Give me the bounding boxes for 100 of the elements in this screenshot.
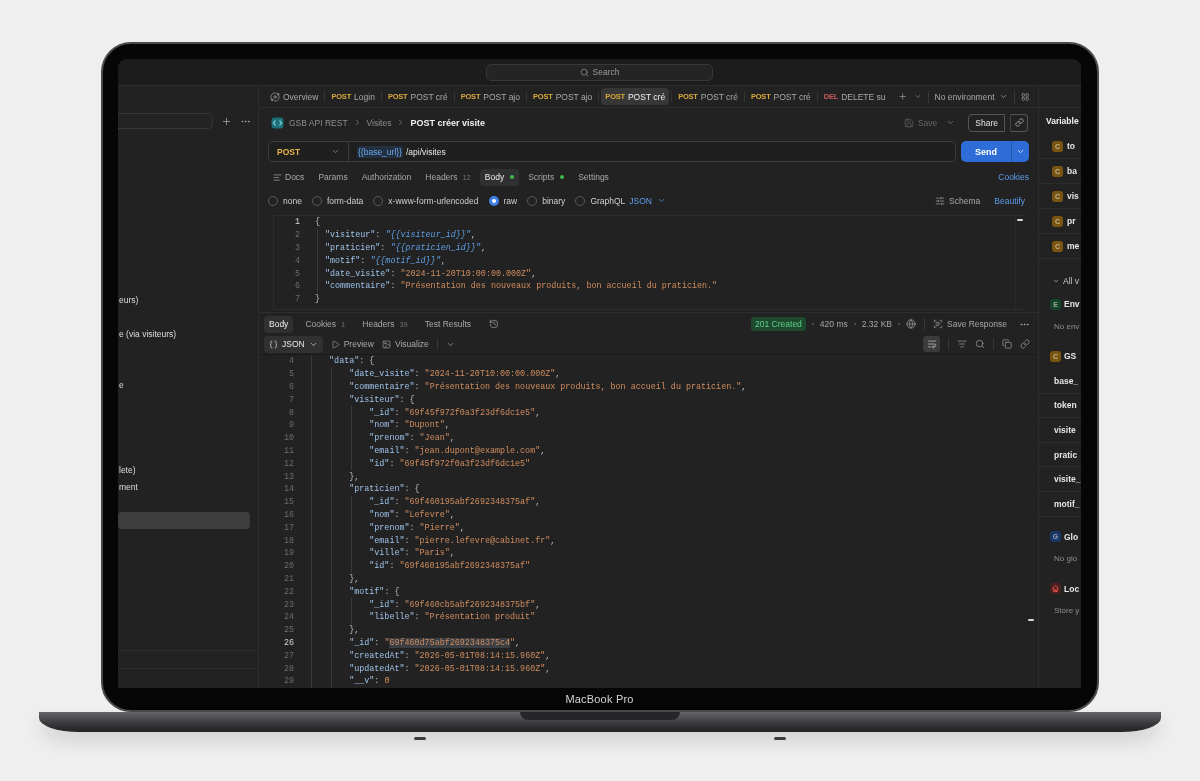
sidebar-item[interactable]: ment	[118, 478, 140, 495]
variable-name[interactable]: vis	[1067, 191, 1079, 201]
play-icon	[330, 339, 340, 349]
link-icon[interactable]	[1020, 339, 1030, 349]
radio-option[interactable]: binary	[527, 195, 566, 206]
empty-note: Store y	[1053, 605, 1081, 618]
code-line: "prenom": "Jean",	[369, 433, 455, 444]
radio-option[interactable]: form-data	[311, 195, 364, 206]
scrollbar-thumb[interactable]	[1017, 219, 1023, 221]
breadcrumb-link[interactable]: GSB API REST	[289, 117, 348, 128]
url-field[interactable]: {{base_url}} /api/visites	[349, 142, 955, 161]
search-icon[interactable]	[975, 339, 985, 349]
chevron-down-icon	[998, 92, 1008, 101]
format-select[interactable]: JSON	[629, 195, 666, 206]
code-line: "motif": {	[349, 586, 400, 597]
beautify-link[interactable]: Beautify	[994, 195, 1025, 206]
line-number: 5	[294, 268, 300, 279]
line-number: 28	[283, 663, 294, 674]
save-icon	[903, 117, 914, 128]
code-line: "createdAt": "2026-05-01T08:14:15.960Z",	[349, 650, 551, 661]
response-tab[interactable]: Body	[264, 315, 294, 333]
radio-option[interactable]: x-www-form-urlencoded	[373, 195, 479, 206]
code-line: "__v": 0	[349, 676, 390, 687]
search-field[interactable]	[118, 113, 213, 129]
filter-icon[interactable]	[957, 339, 967, 349]
code-line: "visiteur": "{{visiteur_id}}",	[325, 230, 476, 241]
radio-option[interactable]: none	[268, 195, 302, 206]
request-tab[interactable]: Settings	[573, 168, 614, 186]
overview-tab[interactable]: Overview	[266, 88, 323, 105]
variable-name[interactable]: ba	[1067, 166, 1077, 176]
line-number: 14	[283, 484, 294, 495]
request-tab[interactable]: Docs	[268, 168, 310, 186]
variable-name[interactable]: pr	[1067, 216, 1076, 226]
send-options-button[interactable]	[1011, 141, 1029, 162]
request-tab[interactable]: Params	[313, 168, 353, 186]
group-title[interactable]: Env	[1064, 299, 1080, 309]
view-format-select[interactable]: JSON	[264, 335, 323, 353]
plus-icon[interactable]	[221, 115, 232, 127]
save-response-button[interactable]: Save Response	[933, 319, 1007, 329]
line-number: 20	[283, 561, 294, 572]
variable-name[interactable]: motif_	[1054, 498, 1080, 509]
preview-button[interactable]: Preview	[330, 339, 374, 349]
code-line: "_id": "69f45f972f0a3f23df6dc1e5",	[369, 407, 541, 418]
code-line: }	[315, 294, 321, 305]
sidebar-item[interactable]: e (via visiteurs)	[118, 325, 179, 342]
sidebar-item[interactable]: eurs)	[118, 291, 141, 308]
line-number: 29	[283, 676, 294, 687]
group-title[interactable]: Glo	[1064, 531, 1079, 542]
sidebar-item[interactable]: lete)	[118, 461, 138, 478]
variable-name[interactable]: visite_	[1054, 474, 1081, 485]
variable-name[interactable]: pratic	[1054, 449, 1078, 460]
code-icon	[271, 116, 284, 129]
radio-option[interactable]: raw	[488, 195, 518, 206]
variable-name[interactable]: to	[1067, 141, 1076, 151]
request-tab[interactable]: Authorization	[356, 168, 417, 186]
line-number: 1	[294, 217, 300, 228]
copy-link-button[interactable]	[1010, 113, 1028, 132]
variable-name[interactable]: visite	[1054, 425, 1076, 435]
wrap-button[interactable]	[923, 336, 940, 352]
plus-icon[interactable]	[897, 91, 907, 102]
globe-icon[interactable]	[906, 319, 916, 329]
chevron-down-icon[interactable]	[946, 118, 956, 127]
sidebar-item[interactable]: e	[118, 376, 126, 393]
code-line: "nom": "Lefevre",	[369, 509, 455, 520]
grid-icon[interactable]	[1020, 91, 1029, 102]
copy-icon[interactable]	[1002, 339, 1012, 349]
environment-select[interactable]: No environment	[934, 91, 1008, 102]
group-title[interactable]: GS	[1064, 351, 1077, 361]
variable-name[interactable]: me	[1067, 241, 1080, 251]
chevron-down-icon[interactable]	[913, 92, 922, 101]
send-button[interactable]: Send	[961, 141, 1011, 162]
cookies-link[interactable]: Cookies	[998, 172, 1029, 182]
line-number: 3	[294, 243, 300, 253]
request-tab[interactable]: Body	[479, 168, 520, 186]
scope-filter[interactable]: All v	[1039, 271, 1081, 291]
group-title[interactable]: Loc	[1064, 583, 1080, 594]
request-tab[interactable]: Scripts	[523, 168, 570, 186]
code-editor[interactable]	[273, 215, 1024, 310]
history-icon[interactable]	[489, 319, 500, 329]
method-select[interactable]: POST	[269, 142, 349, 161]
code-line: "email": "jean.dupont@example.com",	[369, 445, 546, 456]
line-number: 12	[283, 458, 294, 469]
schema-button[interactable]: Schema	[935, 195, 981, 206]
line-number: 21	[283, 573, 294, 584]
share-button[interactable]: Share	[968, 113, 1005, 132]
breadcrumb-link[interactable]: Visites	[366, 117, 392, 128]
code-line: "id": "69f45f972f0a3f23df6dc1e5"	[369, 458, 531, 469]
line-number: 10	[283, 433, 294, 444]
variable-name[interactable]: token	[1054, 400, 1077, 411]
scrollbar-thumb[interactable]	[1028, 619, 1034, 621]
visualize-button[interactable]: Visualize	[381, 339, 429, 349]
line-number: 24	[283, 612, 294, 623]
response-tab[interactable]: Test Results	[419, 315, 477, 333]
code-line: "praticien": "{{praticien_id}}",	[325, 243, 486, 253]
chevron-down-icon	[1016, 147, 1025, 156]
scan-text-icon	[933, 319, 943, 329]
search-field[interactable]: Search	[486, 63, 713, 81]
radio-option[interactable]: GraphQL	[575, 195, 626, 206]
variable-name[interactable]: base_	[1054, 375, 1079, 386]
line-number: 2	[294, 230, 300, 241]
